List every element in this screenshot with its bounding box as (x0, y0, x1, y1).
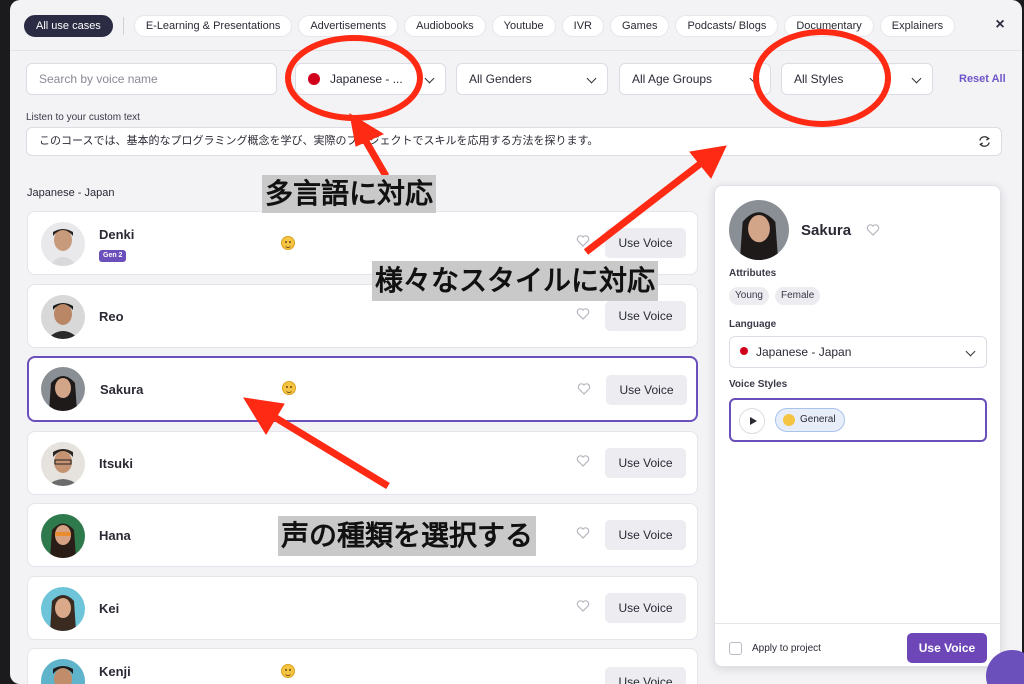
tab-audiobooks[interactable]: Audiobooks (404, 15, 486, 37)
custom-text-label: Listen to your custom text (26, 112, 140, 123)
tab-podcasts[interactable]: Podcasts/ Blogs (675, 15, 779, 37)
smile-emoji-icon (281, 236, 295, 250)
heart-icon[interactable] (576, 454, 590, 468)
voice-name: Denki (99, 227, 135, 242)
chevron-down-icon (965, 346, 976, 357)
attribute-chip: Female (775, 287, 821, 305)
voice-name: Hana (99, 528, 131, 543)
tab-ivr[interactable]: IVR (561, 15, 604, 37)
voice-card-kenji[interactable]: Kenji Use Voice (27, 648, 698, 684)
chevron-down-icon (749, 73, 760, 84)
apply-to-project-label: Apply to project (752, 643, 821, 654)
heart-icon[interactable] (576, 526, 590, 540)
smile-emoji-icon (783, 414, 795, 426)
chevron-down-icon (911, 73, 922, 84)
voice-name: Sakura (100, 382, 144, 397)
play-icon[interactable] (739, 408, 765, 434)
detail-language-select[interactable]: Japanese - Japan (729, 336, 987, 368)
annotation-caption-select: 声の種類を選択する (278, 516, 537, 556)
panel-footer-divider (715, 623, 1000, 624)
style-chip-general[interactable]: General (775, 408, 845, 432)
language-select-value: Japanese - ... (330, 72, 403, 86)
custom-text-input[interactable]: このコースでは、基本的なプログラミング概念を学び、実際のプロジェクトでスキルを応… (26, 127, 1002, 156)
gender-select-value: All Genders (469, 72, 532, 86)
smile-emoji-icon (281, 664, 295, 678)
attribute-chip: Young (729, 287, 769, 305)
chevron-down-icon (424, 73, 435, 84)
tab-youtube[interactable]: Youtube (491, 15, 556, 37)
tab-advertisements[interactable]: Advertisements (298, 15, 399, 37)
use-voice-button[interactable]: Use Voice (606, 375, 687, 405)
japan-flag-icon (740, 347, 748, 355)
avatar (41, 442, 85, 486)
annotation-caption-multilang: 多言語に対応 (262, 175, 437, 213)
voice-name: Kei (99, 601, 120, 616)
refresh-icon[interactable] (978, 135, 991, 148)
smile-emoji-icon (282, 381, 296, 395)
use-voice-button[interactable]: Use Voice (605, 520, 686, 550)
voice-card-itsuki[interactable]: Itsuki Use Voice (27, 431, 698, 495)
voice-name: Kenji (99, 664, 131, 679)
voice-selection-modal: All use cases E-Learning & Presentations… (10, 0, 1022, 684)
language-select[interactable]: Japanese - ... (295, 63, 446, 95)
close-icon[interactable]: × (992, 17, 1008, 33)
avatar (41, 659, 85, 684)
voice-styles-label: Voice Styles (729, 379, 788, 390)
use-voice-button[interactable]: Use Voice (605, 667, 686, 684)
reset-all-button[interactable]: Reset All (959, 73, 1006, 85)
detail-use-voice-button[interactable]: Use Voice (907, 633, 987, 663)
avatar (41, 367, 85, 411)
header-divider (10, 50, 1022, 51)
style-select[interactable]: All Styles (781, 63, 933, 95)
use-voice-button[interactable]: Use Voice (605, 228, 686, 258)
heart-icon[interactable] (576, 234, 590, 248)
voice-styles-box: General (729, 398, 987, 442)
tab-e-learning[interactable]: E-Learning & Presentations (133, 15, 293, 37)
avatar (41, 222, 85, 266)
detail-language-value: Japanese - Japan (756, 345, 852, 359)
heart-icon[interactable] (576, 307, 590, 321)
avatar (729, 200, 789, 260)
search-input[interactable]: Search by voice name (26, 63, 277, 95)
use-voice-button[interactable]: Use Voice (605, 593, 686, 623)
voice-list-section-label: Japanese - Japan (27, 187, 115, 199)
use-voice-button[interactable]: Use Voice (605, 448, 686, 478)
avatar (41, 587, 85, 631)
voice-card-kei[interactable]: Kei Use Voice (27, 576, 698, 640)
age-select[interactable]: All Age Groups (619, 63, 771, 95)
language-label: Language (729, 319, 777, 330)
tab-divider (122, 17, 124, 35)
voice-card-sakura[interactable]: Sakura Use Voice (27, 356, 698, 422)
tab-documentary[interactable]: Documentary (784, 15, 874, 37)
annotation-caption-styles: 様々なスタイルに対応 (372, 261, 659, 301)
age-select-value: All Age Groups (632, 72, 713, 86)
voice-detail-panel: Sakura Attributes Young Female Language … (714, 185, 1001, 667)
avatar (41, 514, 85, 558)
heart-icon[interactable] (866, 223, 880, 237)
gen-badge: Gen 2 (99, 250, 127, 262)
attributes-label: Attributes (729, 268, 777, 279)
style-select-value: All Styles (794, 72, 844, 86)
use-case-tabs: All use cases E-Learning & Presentations… (24, 15, 956, 37)
detail-voice-name: Sakura (801, 222, 852, 239)
tab-games[interactable]: Games (609, 15, 670, 37)
tab-all-use-cases[interactable]: All use cases (24, 15, 113, 37)
chevron-down-icon (586, 73, 597, 84)
tab-explainers[interactable]: Explainers (879, 15, 956, 37)
style-chip-label: General (800, 414, 836, 425)
voice-name: Itsuki (99, 456, 133, 471)
avatar (41, 295, 85, 339)
voice-name: Reo (99, 309, 124, 324)
japan-flag-icon (308, 73, 320, 85)
apply-to-project-checkbox[interactable] (729, 642, 742, 655)
use-voice-button[interactable]: Use Voice (605, 301, 686, 331)
heart-icon[interactable] (576, 599, 590, 613)
heart-icon[interactable] (577, 382, 591, 396)
custom-text-value: このコースでは、基本的なプログラミング概念を学び、実際のプロジェクトでスキルを応… (39, 135, 599, 147)
gender-select[interactable]: All Genders (456, 63, 608, 95)
